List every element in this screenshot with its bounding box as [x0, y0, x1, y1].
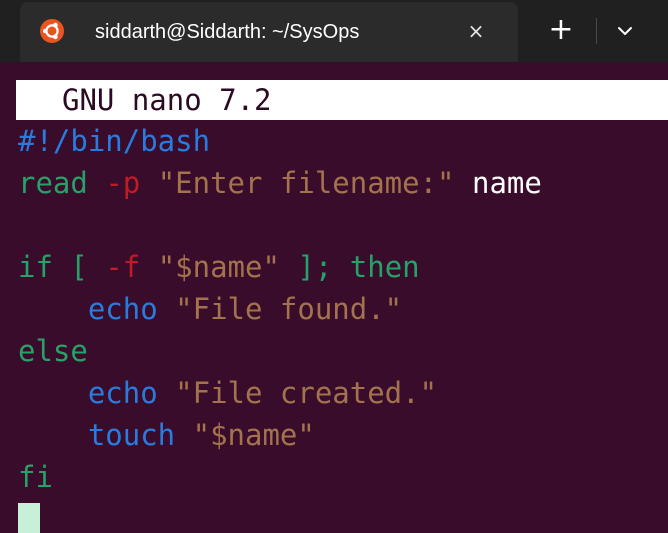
shebang: #!/bin/bash [18, 124, 211, 158]
code-line: echo "File created." [18, 372, 668, 414]
tab-divider [596, 18, 597, 44]
code-line: else [18, 330, 668, 372]
touch-argument: "$name" [192, 418, 315, 452]
variable-name: name [471, 166, 542, 200]
echo-message: "File created." [175, 376, 438, 410]
ubuntu-logo-icon [40, 19, 64, 43]
new-tab-button[interactable]: + [542, 14, 580, 48]
test-open-bracket: [ [70, 250, 88, 284]
read-command: read [18, 166, 88, 200]
echo-message: "File found." [175, 292, 403, 326]
code-line: read -p "Enter filename:" name [18, 162, 668, 204]
test-argument: "$name" [157, 250, 280, 284]
then-keyword: then [349, 250, 420, 284]
echo-command: echo [87, 376, 158, 410]
test-close-bracket: ]; [297, 250, 333, 284]
code-line: #!/bin/bash [18, 120, 668, 162]
code-line: echo "File found." [18, 288, 668, 330]
nano-version: GNU nano 7.2 [62, 83, 272, 117]
code-line [18, 498, 668, 533]
tab-strip: siddarth@Siddarth: ~/SysOps × + [0, 0, 668, 62]
echo-command: echo [87, 292, 158, 326]
code-line: touch "$name" [18, 414, 668, 456]
file-test-flag: -f [105, 250, 141, 284]
chevron-down-icon[interactable] [608, 16, 642, 46]
touch-command: touch [87, 418, 176, 452]
prompt-string: "Enter filename:" [157, 166, 455, 200]
terminal-window: siddarth@Siddarth: ~/SysOps × + GNU nano… [0, 0, 668, 533]
code-line: fi [18, 456, 668, 498]
close-tab-button[interactable]: × [462, 17, 490, 45]
terminal-content[interactable]: GNU nano 7.2 #!/bin/bash read -p "Enter … [0, 62, 668, 533]
else-keyword: else [18, 334, 88, 368]
if-keyword: if [18, 250, 53, 284]
terminal-tab[interactable]: siddarth@Siddarth: ~/SysOps × [20, 2, 518, 62]
fi-keyword: fi [18, 460, 53, 494]
tab-title: siddarth@Siddarth: ~/SysOps [95, 21, 360, 43]
text-cursor [18, 503, 40, 533]
nano-title-bar: GNU nano 7.2 [16, 80, 668, 120]
code-line: if [ -f "$name" ]; then [18, 246, 668, 288]
prompt-option: -p [105, 166, 141, 200]
nano-editor[interactable]: #!/bin/bash read -p "Enter filename:" na… [18, 120, 668, 533]
